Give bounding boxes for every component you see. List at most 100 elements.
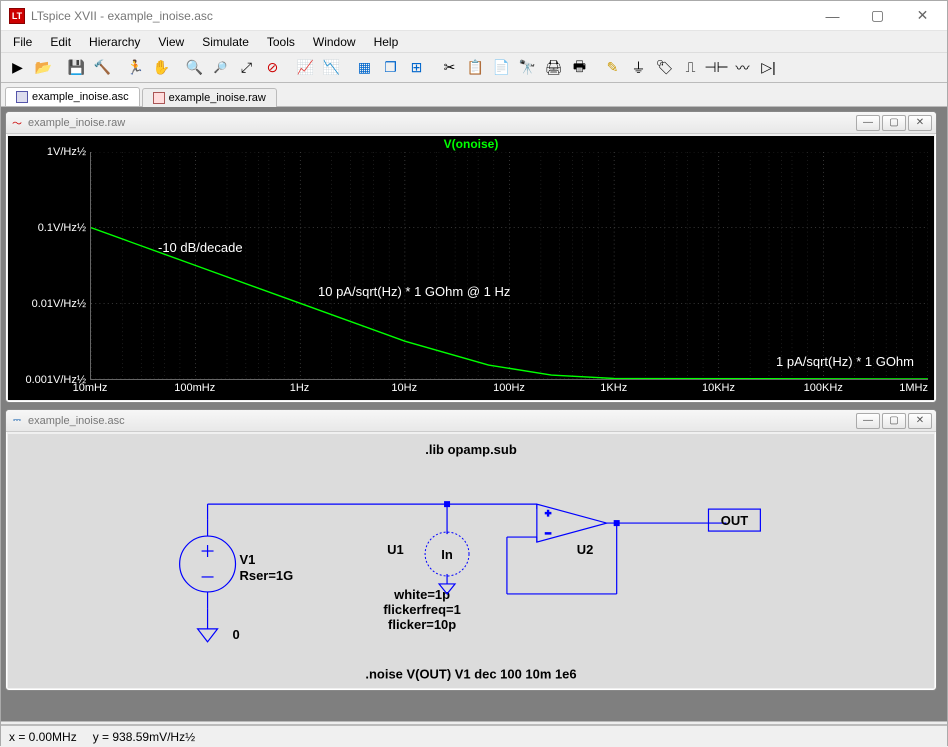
control-panel-button[interactable]: 🔨: [90, 56, 115, 80]
x-tick: 100KHz: [804, 382, 843, 394]
window-titlebar: LT LTspice XVII - example_inoise.asc — ▢…: [1, 1, 947, 31]
menu-tools[interactable]: Tools: [259, 33, 303, 51]
save-button[interactable]: 💾: [64, 56, 89, 80]
close-button[interactable]: ✕: [900, 2, 945, 30]
maximize-button[interactable]: ▢: [855, 2, 900, 30]
zoom-back-button[interactable]: ⊘: [260, 56, 285, 80]
u1-p2[interactable]: flickerfreq=1: [383, 602, 461, 617]
menu-window[interactable]: Window: [305, 33, 364, 51]
plot-window[interactable]: 〜 example_inoise.raw — ▢ ✕ V(onoise) 1V/…: [5, 111, 937, 403]
v1-params[interactable]: Rser=1G: [240, 568, 294, 583]
menu-edit[interactable]: Edit: [42, 33, 79, 51]
menu-simulate[interactable]: Simulate: [194, 33, 257, 51]
cascade-button[interactable]: ❐: [378, 56, 403, 80]
zoom-fit-button[interactable]: ⤢: [234, 56, 259, 80]
diode-button[interactable]: ▷|: [756, 56, 781, 80]
directive-noise[interactable]: .noise V(OUT) V1 dec 100 10m 1e6: [365, 667, 576, 682]
toolbar: ▶ 📂 💾 🔨 🏃 ✋ 🔍 🔎 ⤢ ⊘ 📈 📉 ▦ ❐ ⊞ ✂ 📋 📄 🔭 🖨 …: [1, 53, 947, 83]
ground-button[interactable]: ⏚: [626, 56, 651, 80]
copy-button[interactable]: 📋: [463, 56, 488, 80]
plot-window-titlebar[interactable]: 〜 example_inoise.raw — ▢ ✕: [6, 112, 936, 134]
ground-v1[interactable]: [198, 629, 218, 642]
menu-help[interactable]: Help: [366, 33, 407, 51]
annotation-mid: 10 pA/sqrt(Hz) * 1 GOhm @ 1 Hz: [318, 284, 510, 299]
cut-button[interactable]: ✂: [437, 56, 462, 80]
x-tick: 1KHz: [600, 382, 627, 394]
u1-p3[interactable]: flicker=10p: [388, 617, 456, 632]
u2-name[interactable]: U2: [577, 542, 594, 557]
draw-wire-button[interactable]: ✎: [600, 56, 625, 80]
minimize-button[interactable]: —: [810, 2, 855, 30]
x-tick: 10mHz: [73, 382, 108, 394]
v1-value[interactable]: 0: [233, 627, 240, 642]
capacitor-button[interactable]: ⊣⊢: [704, 56, 729, 80]
halt-button[interactable]: ✋: [149, 56, 174, 80]
menu-hierarchy[interactable]: Hierarchy: [81, 33, 148, 51]
schematic-close-button[interactable]: ✕: [908, 413, 932, 429]
v1-name[interactable]: V1: [240, 552, 256, 567]
print-setup-button[interactable]: 🖶: [567, 56, 592, 80]
zoom-out-button[interactable]: 🔎: [208, 56, 233, 80]
horizontal-splitter[interactable]: [5, 404, 943, 409]
schematic-canvas[interactable]: .lib opamp.sub .noise V(OUT) V1 dec 100 …: [8, 434, 934, 688]
resistor-button[interactable]: ⎍: [678, 56, 703, 80]
y-axis[interactable]: 1V/Hz½ 0.1V/Hz½ 0.01V/Hz½ 0.001V/Hz½: [8, 152, 90, 380]
menu-view[interactable]: View: [150, 33, 192, 51]
print-button[interactable]: 🖨: [541, 56, 566, 80]
tile-button[interactable]: ▦: [352, 56, 377, 80]
menu-bar: File Edit Hierarchy View Simulate Tools …: [1, 31, 947, 53]
paste-button[interactable]: 📄: [489, 56, 514, 80]
status-y: y = 938.59mV/Hz½: [93, 730, 195, 744]
run-button[interactable]: 🏃: [123, 56, 148, 80]
schematic-icon: ⎓: [10, 414, 24, 428]
open-button[interactable]: 📂: [31, 56, 56, 80]
menu-file[interactable]: File: [5, 33, 40, 51]
schematic-window-titlebar[interactable]: ⎓ example_inoise.asc — ▢ ✕: [6, 410, 936, 432]
find-button[interactable]: 🔭: [515, 56, 540, 80]
tab-waveform[interactable]: example_inoise.raw: [142, 88, 277, 107]
tab-schematic[interactable]: example_inoise.asc: [5, 87, 140, 106]
wire-net[interactable]: [208, 504, 727, 629]
x-tick: 100mHz: [174, 382, 215, 394]
schematic-minimize-button[interactable]: —: [856, 413, 880, 429]
autorange-button[interactable]: 📈: [293, 56, 318, 80]
x-tick: 1Hz: [290, 382, 310, 394]
y-tick: 0.01V/Hz½: [32, 298, 86, 310]
x-axis[interactable]: 10mHz 100mHz 1Hz 10Hz 100Hz 1KHz 10KHz 1…: [90, 380, 928, 400]
document-tabs: example_inoise.asc example_inoise.raw: [1, 83, 947, 107]
component-u2[interactable]: + −: [537, 504, 607, 542]
new-schematic-button[interactable]: ▶: [5, 56, 30, 80]
plot-window-title: example_inoise.raw: [28, 117, 125, 129]
y-tick: 0.1V/Hz½: [38, 222, 86, 234]
x-tick: 10KHz: [702, 382, 735, 394]
svg-text:+: +: [545, 508, 551, 520]
u1-p1[interactable]: white=1p: [393, 587, 450, 602]
u1-name[interactable]: U1: [387, 542, 404, 557]
annotation-slope: -10 dB/decade: [158, 240, 243, 255]
component-v1[interactable]: [180, 519, 236, 609]
app-icon: LT: [9, 8, 25, 24]
close-all-button[interactable]: ⊞: [404, 56, 429, 80]
plot-close-button[interactable]: ✕: [908, 115, 932, 131]
plot-maximize-button[interactable]: ▢: [882, 115, 906, 131]
plot-area[interactable]: V(onoise) 1V/Hz½ 0.1V/Hz½ 0.01V/Hz½ 0.00…: [8, 136, 934, 400]
plot-trace-title[interactable]: V(onoise): [8, 136, 934, 151]
out-label[interactable]: OUT: [721, 513, 748, 528]
plot-minimize-button[interactable]: —: [856, 115, 880, 131]
schematic-window[interactable]: ⎓ example_inoise.asc — ▢ ✕ .lib opamp.su…: [5, 409, 937, 691]
y-tick: 1V/Hz½: [47, 146, 86, 158]
plot-grid[interactable]: [90, 152, 928, 380]
status-x: x = 0.00MHz: [9, 730, 77, 744]
schematic-tab-icon: [16, 91, 28, 103]
x-tick: 10Hz: [391, 382, 417, 394]
inductor-button[interactable]: 〰: [730, 56, 755, 80]
status-bar: x = 0.00MHz y = 938.59mV/Hz½: [1, 725, 947, 747]
directive-lib[interactable]: .lib opamp.sub: [425, 442, 517, 457]
label-net-button[interactable]: 🏷: [652, 56, 677, 80]
pick-trace-button[interactable]: 📉: [319, 56, 344, 80]
waveform-tab-icon: [153, 92, 165, 104]
u1-label[interactable]: In: [441, 547, 453, 562]
schematic-maximize-button[interactable]: ▢: [882, 413, 906, 429]
window-title: LTspice XVII - example_inoise.asc: [31, 9, 810, 23]
zoom-in-button[interactable]: 🔍: [182, 56, 207, 80]
